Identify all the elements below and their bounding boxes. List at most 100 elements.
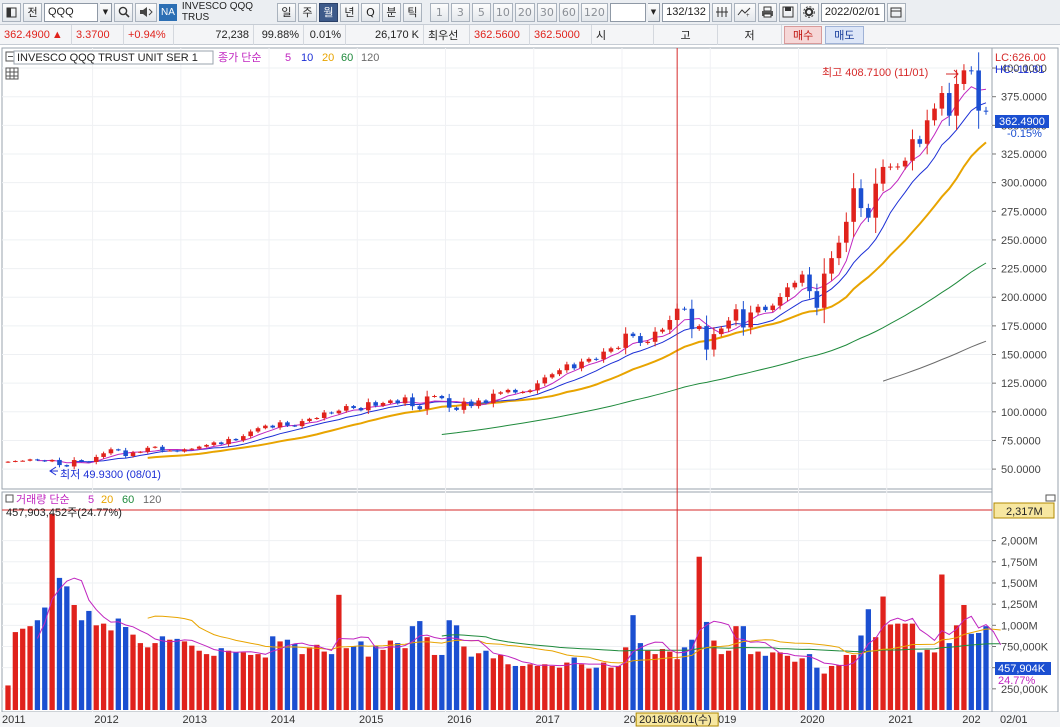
print-icon[interactable]	[757, 2, 777, 22]
tab-weekly[interactable]: 주	[297, 2, 317, 22]
volume-bar	[578, 664, 585, 710]
interval-10[interactable]: 10	[492, 2, 513, 22]
volume-bar	[880, 596, 886, 710]
main-toolbar: 전 QQQ ▼ NA INVESCO QQQ TRUS 일 주 월 년 Q 분 …	[0, 0, 1060, 25]
quote-strip: 362.4900 ▲ 3.3700 +0.94% 72,238 99.88% 0…	[0, 24, 1060, 45]
candle-body	[152, 446, 158, 448]
interval-120[interactable]: 120	[580, 2, 608, 22]
candle-body	[513, 389, 518, 393]
hc-tag: HC:-11.31	[995, 64, 1044, 76]
candle-body	[593, 358, 599, 360]
period-selector-button[interactable]: 전	[23, 2, 42, 22]
candle-body	[748, 312, 753, 328]
volume-bar	[240, 652, 246, 710]
candle-body	[821, 273, 827, 308]
volume-bar	[12, 632, 19, 710]
price-y-label: 100.0000	[1001, 407, 1047, 419]
tab-quarterly[interactable]: Q	[360, 2, 380, 22]
volume-bar	[637, 643, 644, 710]
x-axis-label: 2016	[447, 714, 471, 726]
symbol-dropdown-icon[interactable]: ▼	[100, 2, 112, 22]
volume-bar	[373, 645, 379, 710]
custom-interval-input[interactable]	[609, 2, 646, 22]
volume-bar	[718, 654, 724, 710]
volume-legend-toggle-icon[interactable]	[5, 494, 14, 503]
interval-30[interactable]: 30	[536, 2, 557, 22]
candle-body	[785, 287, 790, 297]
interval-3[interactable]: 3	[450, 2, 470, 22]
date-field[interactable]: 2022/02/01	[820, 2, 885, 22]
candle-body	[395, 400, 401, 404]
instrument-label: INVESCO QQQ TRUST UNIT SER 1	[17, 52, 198, 64]
candle-body	[123, 450, 128, 457]
tab-tick[interactable]: 틱	[402, 2, 422, 22]
candle-body	[432, 395, 437, 397]
interval-20[interactable]: 20	[514, 2, 535, 22]
candle-body	[917, 139, 923, 144]
candle-body	[86, 461, 92, 463]
interval-dropdown-icon[interactable]: ▼	[647, 2, 660, 22]
candle-body	[101, 453, 106, 457]
price-y-label: 325.0000	[1001, 149, 1047, 161]
volume-bar	[167, 639, 173, 710]
price-volume-chart[interactable]: 400.0000375.0000350.0000325.0000300.0000…	[0, 46, 1060, 727]
candle-body	[741, 309, 746, 328]
volume-bar	[328, 654, 335, 710]
candle-body	[292, 425, 298, 427]
high-marker-label: 최고 408.7100 (11/01)	[822, 66, 928, 79]
candle-body	[858, 188, 864, 209]
speaker-icon[interactable]	[135, 2, 157, 22]
tab-monthly[interactable]: 월	[318, 2, 338, 22]
volume-bar	[115, 618, 121, 710]
volume-bar	[630, 615, 636, 710]
candle-body	[844, 221, 849, 243]
interval-60[interactable]: 60	[558, 2, 579, 22]
volume-bar	[498, 654, 504, 710]
candle-body	[211, 442, 217, 445]
candle-body	[182, 449, 187, 452]
save-icon[interactable]	[778, 2, 798, 22]
ma20-label: 20	[322, 52, 334, 64]
symbol-input[interactable]: QQQ	[44, 2, 98, 22]
tab-minute[interactable]: 분	[381, 2, 401, 22]
volume-bar	[600, 662, 607, 710]
candle-body	[880, 166, 886, 184]
table-icon[interactable]	[5, 67, 19, 80]
tab-daily[interactable]: 일	[276, 2, 296, 22]
volume-bar	[350, 646, 357, 710]
volume-bar	[365, 656, 371, 710]
price-y-label: 275.0000	[1001, 206, 1047, 218]
candle-body	[969, 70, 974, 72]
volume-current-tag: 457,904K	[998, 663, 1046, 675]
window-menu-icon[interactable]	[2, 2, 21, 22]
candle-body	[777, 296, 783, 306]
candle-body	[417, 406, 423, 410]
interval-1[interactable]: 1	[429, 2, 449, 22]
grid-icon[interactable]	[711, 2, 732, 22]
candle-body	[138, 451, 143, 453]
high-label: 고	[654, 24, 718, 45]
chart-area[interactable]: 400.0000375.0000350.0000325.0000300.0000…	[0, 46, 1060, 727]
tab-yearly[interactable]: 년	[339, 2, 359, 22]
candle-body	[13, 460, 18, 462]
candle-body	[623, 333, 628, 348]
candle-body	[549, 374, 555, 378]
volume-bar	[615, 665, 621, 710]
bar-count-field[interactable]: 132/132	[661, 2, 710, 22]
candle-body	[116, 449, 121, 451]
calendar-icon[interactable]	[886, 2, 906, 22]
volume-bar	[895, 623, 901, 710]
interval-5[interactable]: 5	[471, 2, 491, 22]
volume-bar	[86, 610, 92, 710]
best-ask: 362.5600	[470, 24, 530, 45]
volume-panel-collapse-icon[interactable]	[1045, 494, 1056, 502]
buy-button[interactable]: 매수	[784, 25, 823, 44]
search-icon[interactable]	[114, 2, 133, 22]
sell-button[interactable]: 매도	[825, 25, 864, 44]
candle-body	[873, 183, 878, 218]
candle-body	[321, 412, 327, 418]
realtime-icon[interactable]: +	[733, 2, 756, 22]
candle-body	[42, 460, 48, 462]
gear-icon[interactable]	[799, 2, 819, 22]
volume-bar	[248, 654, 254, 710]
